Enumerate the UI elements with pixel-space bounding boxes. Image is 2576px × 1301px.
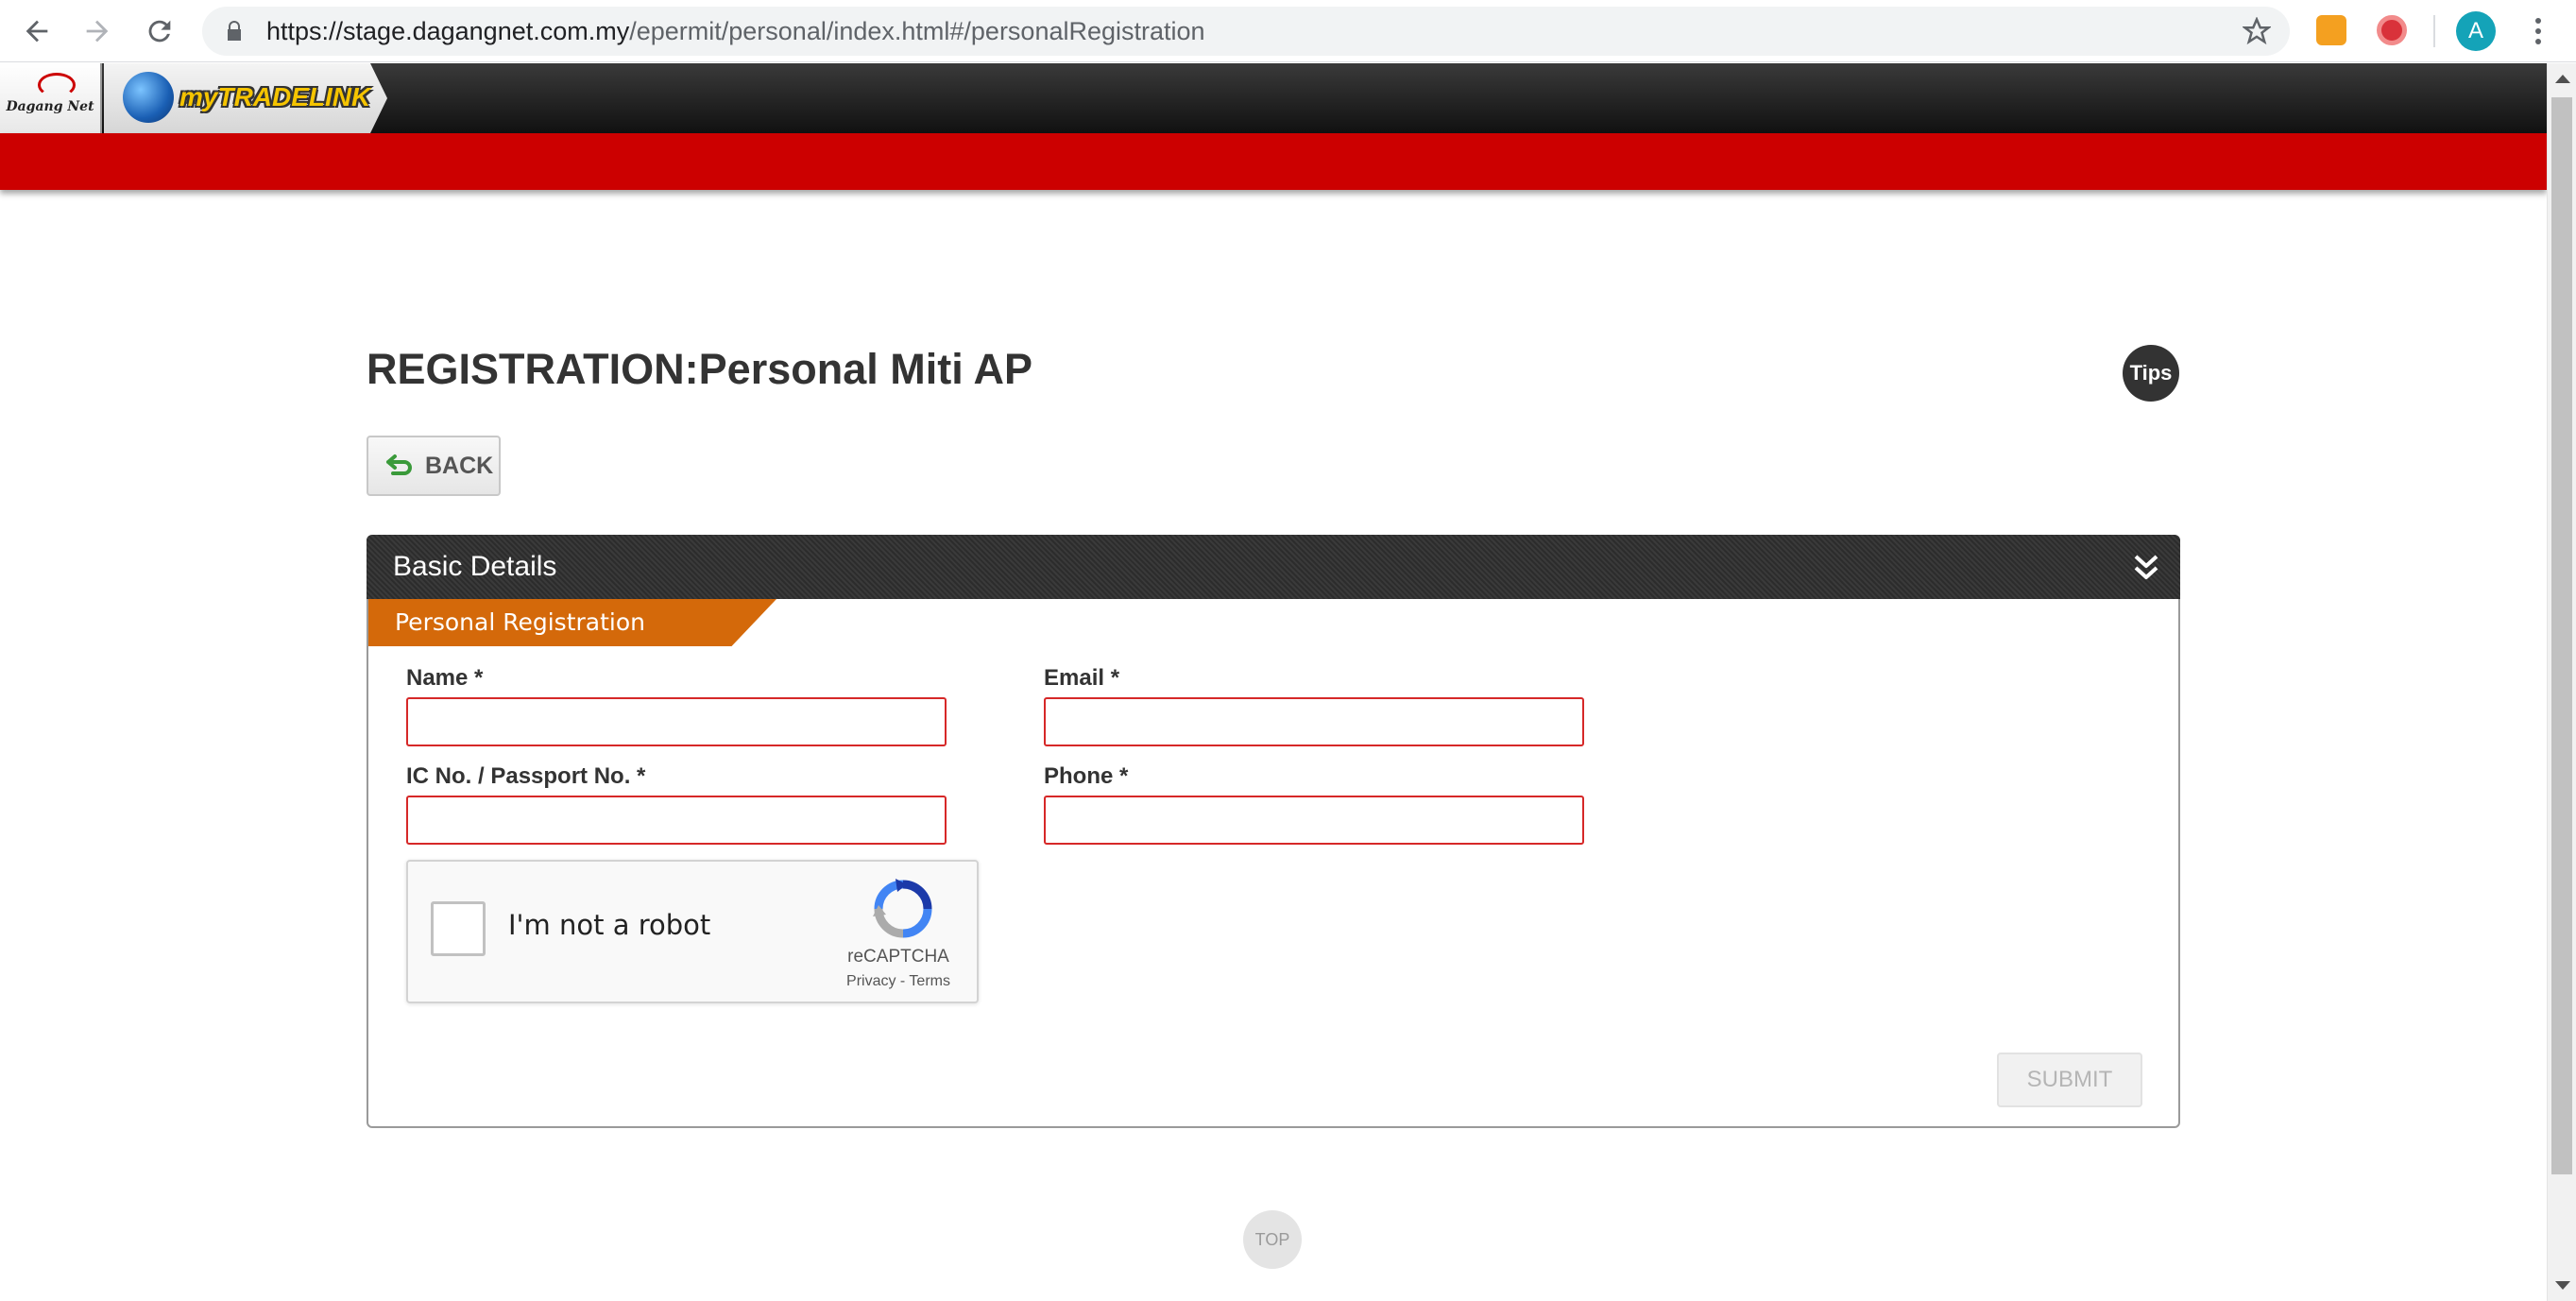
extension-icon[interactable]: [2316, 15, 2346, 45]
scrollbar-thumb[interactable]: [2551, 97, 2572, 1174]
browser-toolbar: https://stage.dagangnet.com.my/epermit/p…: [0, 0, 2576, 62]
recaptcha-checkbox[interactable]: [431, 901, 486, 956]
section-tab-personal-registration: Personal Registration: [368, 599, 776, 646]
mytradelink-brand: myTRADELINK: [179, 82, 371, 111]
globe-icon: [123, 72, 174, 123]
panel-header[interactable]: Basic Details: [367, 535, 2180, 599]
url-path: /epermit/personal/index.html#/personalRe…: [629, 17, 1205, 45]
name-input[interactable]: [406, 697, 947, 746]
scroll-to-top-button[interactable]: TOP: [1243, 1210, 1302, 1269]
profile-avatar[interactable]: A: [2456, 11, 2496, 51]
recaptcha-privacy-terms-link[interactable]: Privacy - Terms: [827, 973, 969, 990]
forward-arrow-icon[interactable]: [76, 9, 119, 53]
logo-swirl-icon: [38, 73, 76, 97]
toolbar-divider: [2433, 15, 2435, 47]
address-bar[interactable]: https://stage.dagangnet.com.my/epermit/p…: [202, 7, 2290, 56]
ic-passport-label: IC No. / Passport No. *: [406, 763, 646, 789]
extension-target-icon[interactable]: [2377, 15, 2407, 45]
mytradelink-logo[interactable]: myTRADELINK: [104, 63, 387, 133]
scroll-up-arrow-icon[interactable]: [2555, 75, 2570, 83]
submit-button[interactable]: SUBMIT: [1997, 1053, 2142, 1107]
back-return-icon: [386, 454, 412, 475]
phone-label: Phone *: [1044, 763, 1129, 789]
browser-menu-icon[interactable]: [2524, 11, 2552, 51]
header-red-band: [0, 133, 2547, 190]
scroll-down-arrow-icon[interactable]: [2555, 1281, 2570, 1290]
page-scrollbar[interactable]: [2547, 63, 2576, 1301]
recaptcha-brand: reCAPTCHA: [847, 947, 949, 967]
site-header: Dagang Net myTRADELINK: [0, 63, 2547, 133]
dagangnet-logo-text: Dagang Net: [6, 99, 94, 114]
basic-details-panel: Basic Details Personal Registration Name…: [367, 535, 2180, 1128]
name-label: Name *: [406, 665, 484, 691]
email-label: Email *: [1044, 665, 1120, 691]
url-host: https://stage.dagangnet.com.my: [266, 17, 630, 45]
back-arrow-icon[interactable]: [15, 9, 59, 53]
back-button-label: BACK: [425, 452, 494, 479]
phone-input[interactable]: [1044, 796, 1584, 845]
recaptcha-widget: I'm not a robot reCAPTCHA Privacy - Term…: [406, 860, 979, 1003]
tips-button[interactable]: Tips: [2123, 345, 2179, 402]
bookmark-star-icon[interactable]: [2243, 17, 2271, 45]
lock-icon: [228, 21, 241, 41]
recaptcha-logo-icon: [873, 879, 932, 938]
url-text: https://stage.dagangnet.com.my/epermit/p…: [266, 7, 1205, 56]
recaptcha-label: I'm not a robot: [508, 909, 711, 941]
back-button[interactable]: BACK: [367, 436, 501, 496]
reload-icon[interactable]: [138, 9, 181, 53]
panel-title: Basic Details: [393, 551, 557, 582]
collapse-chevron-icon[interactable]: [2131, 552, 2161, 584]
ic-passport-input[interactable]: [406, 796, 947, 845]
page-title: REGISTRATION:Personal Miti AP: [367, 345, 1033, 393]
dagangnet-logo[interactable]: Dagang Net: [0, 63, 102, 133]
email-input[interactable]: [1044, 697, 1584, 746]
